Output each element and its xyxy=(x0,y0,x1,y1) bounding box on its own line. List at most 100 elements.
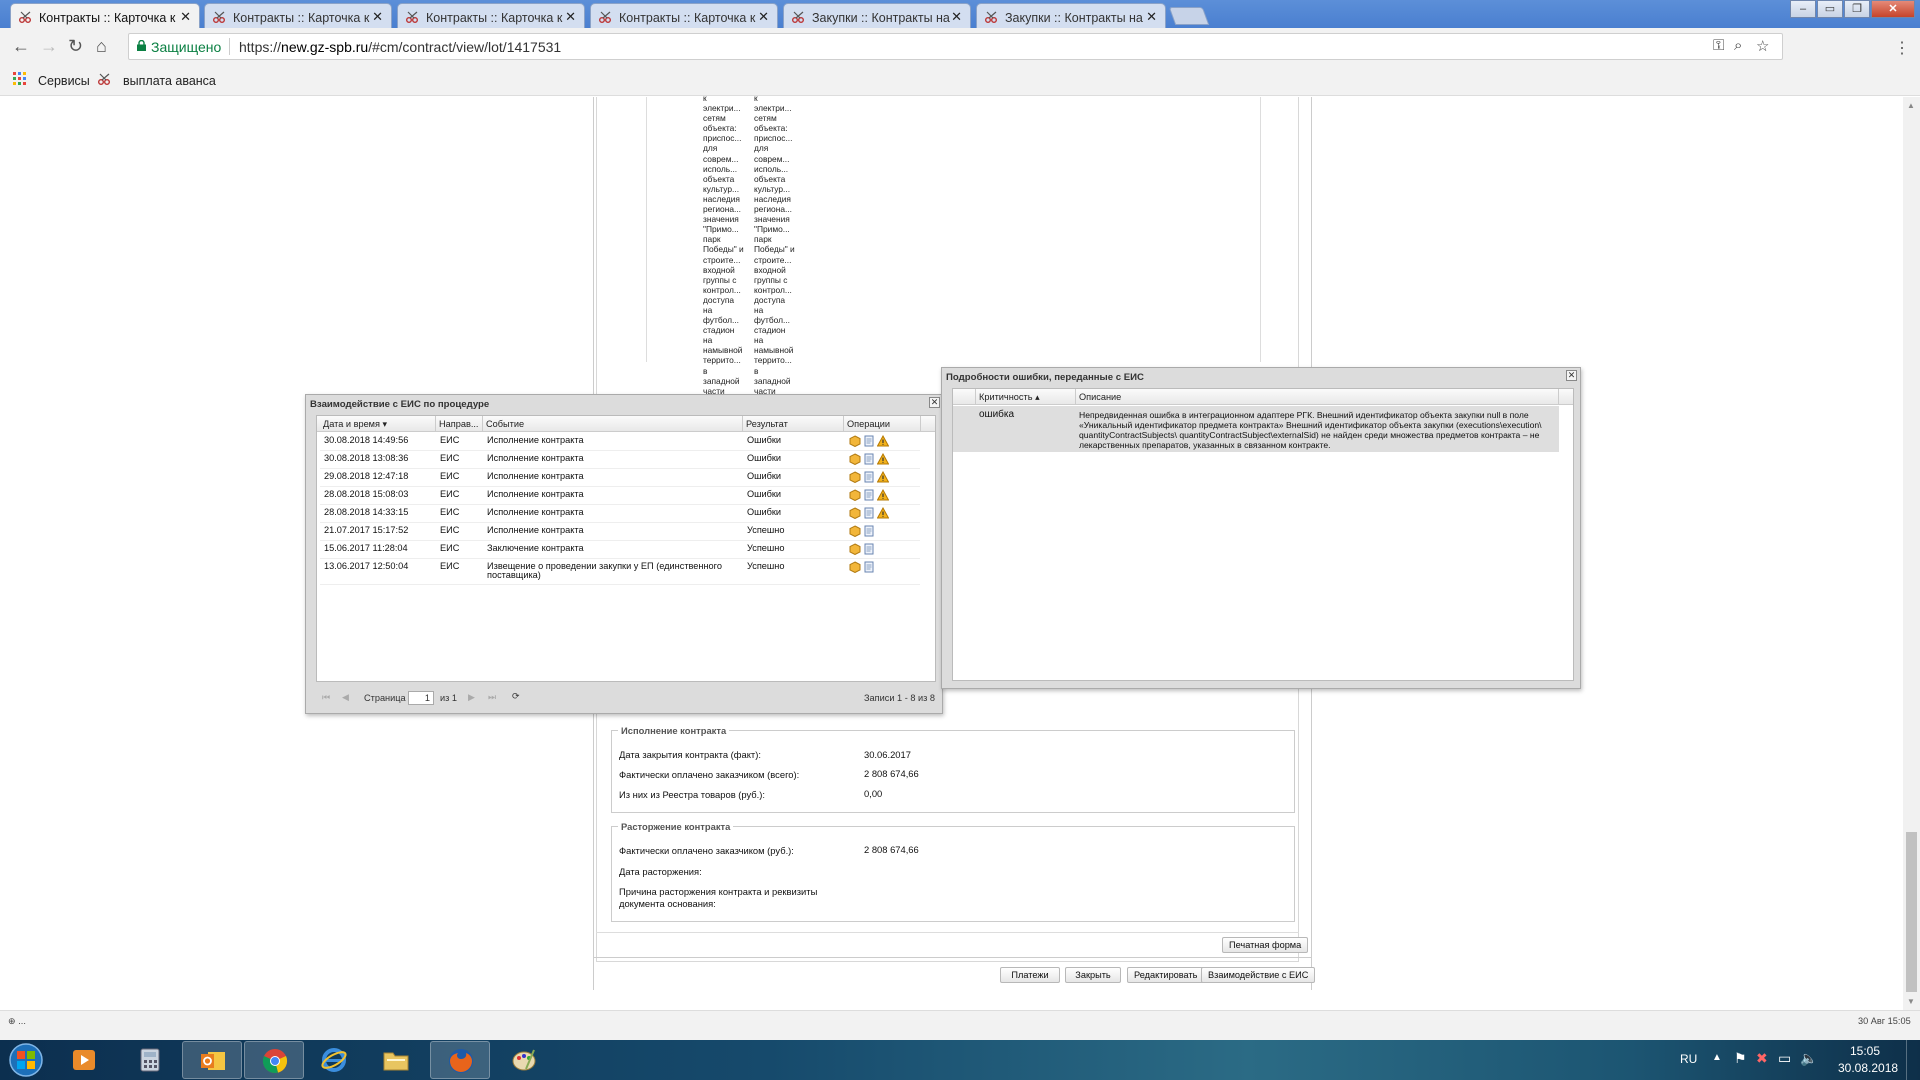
scroll-down-icon[interactable]: ▼ xyxy=(1907,997,1915,1006)
new-tab-button[interactable] xyxy=(1168,7,1210,25)
table-row[interactable]: 13.06.2017 12:50:04 ЕИС Извещение о пров… xyxy=(320,559,920,585)
browser-tab-2[interactable]: Контракты :: Карточка к ✕ xyxy=(204,3,392,28)
close-icon[interactable]: ✕ xyxy=(951,9,962,25)
chrome-taskbar-button[interactable] xyxy=(244,1041,304,1079)
close-icon[interactable]: ✕ xyxy=(929,397,940,408)
volume-icon[interactable]: 🔈 xyxy=(1800,1050,1817,1067)
calculator-taskbar-button[interactable] xyxy=(120,1041,180,1079)
document-icon[interactable] xyxy=(863,561,875,573)
media-player-taskbar-button[interactable] xyxy=(54,1041,114,1079)
warning-icon[interactable] xyxy=(877,489,889,501)
close-icon[interactable]: ✕ xyxy=(180,9,191,25)
url-text[interactable]: https://new.gz-spb.ru/#cm/contract/view/… xyxy=(239,39,561,55)
bookmark-advance-payment[interactable]: выплата аванса xyxy=(123,74,216,88)
package-icon[interactable] xyxy=(849,435,861,447)
warning-icon[interactable] xyxy=(877,435,889,447)
start-button-icon[interactable] xyxy=(6,1042,46,1078)
browser-tab-6[interactable]: Закупки :: Контракты на ✕ xyxy=(976,3,1166,28)
close-icon[interactable]: ✕ xyxy=(758,9,769,25)
column-header-description[interactable]: Описание xyxy=(1079,392,1121,402)
scroll-up-icon[interactable]: ▲ xyxy=(1907,101,1915,110)
table-row[interactable]: 29.08.2018 12:47:18 ЕИС Исполнение контр… xyxy=(320,469,920,487)
close-button[interactable]: Закрыть xyxy=(1065,967,1121,983)
flag-icon[interactable]: ⚑ xyxy=(1734,1050,1747,1067)
warning-icon[interactable] xyxy=(877,453,889,465)
tray-date[interactable]: 30.08.2018 xyxy=(1838,1061,1898,1075)
eis-interaction-button[interactable]: Взаимодействие с ЕИС xyxy=(1201,967,1316,983)
show-hidden-icons-icon[interactable]: ▲ xyxy=(1712,1052,1722,1063)
paint-taskbar-button[interactable] xyxy=(494,1041,554,1079)
minimize-icon[interactable]: ▭ xyxy=(1817,0,1843,18)
table-row[interactable]: 28.08.2018 14:33:15 ЕИС Исполнение контр… xyxy=(320,505,920,523)
refresh-icon[interactable]: ⟳ xyxy=(512,691,520,702)
address-bar[interactable]: Защищено https://new.gz-spb.ru/#cm/contr… xyxy=(128,33,1783,60)
column-header-severity[interactable]: Критичность ▴ xyxy=(979,392,1040,403)
document-icon[interactable] xyxy=(863,435,875,447)
table-row[interactable]: ошибка Непредвиденная ошибка в интеграци… xyxy=(953,406,1559,452)
browser-tab-3[interactable]: Контракты :: Карточка к ✕ xyxy=(397,3,585,28)
document-icon[interactable] xyxy=(863,471,875,483)
package-icon[interactable] xyxy=(849,507,861,519)
network-warning-icon[interactable]: ✖ xyxy=(1756,1050,1768,1067)
bookmark-services[interactable]: Сервисы xyxy=(38,74,90,88)
table-row[interactable]: 30.08.2018 13:08:36 ЕИС Исполнение контр… xyxy=(320,451,920,469)
page-scrollbar[interactable]: ▲ ▼ xyxy=(1903,97,1920,1010)
minimize-icon[interactable]: – xyxy=(1790,0,1816,18)
document-icon[interactable] xyxy=(863,453,875,465)
explorer-taskbar-button[interactable] xyxy=(366,1041,426,1079)
column-header-operations[interactable]: Операции xyxy=(847,419,890,429)
zoom-icon[interactable]: ⌕ xyxy=(1734,37,1742,54)
package-icon[interactable] xyxy=(849,525,861,537)
document-icon[interactable] xyxy=(863,507,875,519)
document-icon[interactable] xyxy=(863,489,875,501)
scroll-thumb[interactable] xyxy=(1906,832,1917,992)
print-form-button[interactable]: Печатная форма xyxy=(1222,937,1309,953)
close-icon[interactable]: ✕ xyxy=(1566,370,1577,381)
column-header-event[interactable]: Событие xyxy=(486,419,524,429)
next-page-icon[interactable]: ▶ xyxy=(468,692,475,703)
warning-icon[interactable] xyxy=(877,471,889,483)
browser-tab-5[interactable]: Закупки :: Контракты на ✕ xyxy=(783,3,971,28)
show-desktop-button[interactable] xyxy=(1906,1040,1920,1080)
package-icon[interactable] xyxy=(849,561,861,573)
menu-dots-icon[interactable]: ⋮ xyxy=(1894,38,1910,58)
package-icon[interactable] xyxy=(849,543,861,555)
reload-icon[interactable]: ↻ xyxy=(68,36,83,57)
battery-icon[interactable]: ▭ xyxy=(1778,1050,1791,1067)
close-icon[interactable]: ✕ xyxy=(372,9,383,25)
tray-time[interactable]: 15:05 xyxy=(1850,1044,1880,1058)
table-row[interactable]: 28.08.2018 15:08:03 ЕИС Исполнение контр… xyxy=(320,487,920,505)
bookmark-star-icon[interactable]: ☆ xyxy=(1756,37,1769,55)
restore-icon[interactable]: ❐ xyxy=(1844,0,1870,18)
document-icon[interactable] xyxy=(863,543,875,555)
browser-tab-1[interactable]: Контракты :: Карточка к ✕ xyxy=(10,3,200,29)
column-header-direction[interactable]: Направ... xyxy=(439,419,478,429)
key-icon[interactable]: ⚿ xyxy=(1713,37,1724,54)
browser-tab-4[interactable]: Контракты :: Карточка к ✕ xyxy=(590,3,778,28)
back-icon[interactable]: ← xyxy=(12,36,30,57)
forward-icon[interactable]: → xyxy=(40,36,58,57)
ie-taskbar-button[interactable] xyxy=(304,1041,364,1079)
payments-button[interactable]: Платежи xyxy=(1000,967,1060,983)
window-close-icon[interactable]: ✕ xyxy=(1871,0,1915,18)
outlook-taskbar-button[interactable] xyxy=(182,1041,242,1079)
language-indicator[interactable]: RU xyxy=(1680,1052,1697,1066)
column-header-datetime[interactable]: Дата и время ▾ xyxy=(323,419,387,430)
first-page-icon[interactable]: ⏮ xyxy=(322,692,330,703)
prev-page-icon[interactable]: ◀ xyxy=(342,692,349,703)
home-icon[interactable]: ⌂ xyxy=(96,36,107,57)
package-icon[interactable] xyxy=(849,471,861,483)
column-header-result[interactable]: Результат xyxy=(746,419,788,429)
firefox-taskbar-button[interactable] xyxy=(430,1041,490,1079)
close-icon[interactable]: ✕ xyxy=(1146,9,1157,25)
package-icon[interactable] xyxy=(849,453,861,465)
table-row[interactable]: 30.08.2018 14:49:56 ЕИС Исполнение контр… xyxy=(320,433,920,451)
edit-button[interactable]: Редактировать xyxy=(1127,967,1205,983)
table-row[interactable]: 15.06.2017 11:28:04 ЕИС Заключение контр… xyxy=(320,541,920,559)
warning-icon[interactable] xyxy=(877,507,889,519)
apps-grid-icon[interactable] xyxy=(13,72,27,86)
close-icon[interactable]: ✕ xyxy=(565,9,576,25)
package-icon[interactable] xyxy=(849,489,861,501)
table-row[interactable]: 21.07.2017 15:17:52 ЕИС Исполнение контр… xyxy=(320,523,920,541)
page-number-input[interactable]: 1 xyxy=(408,691,434,705)
